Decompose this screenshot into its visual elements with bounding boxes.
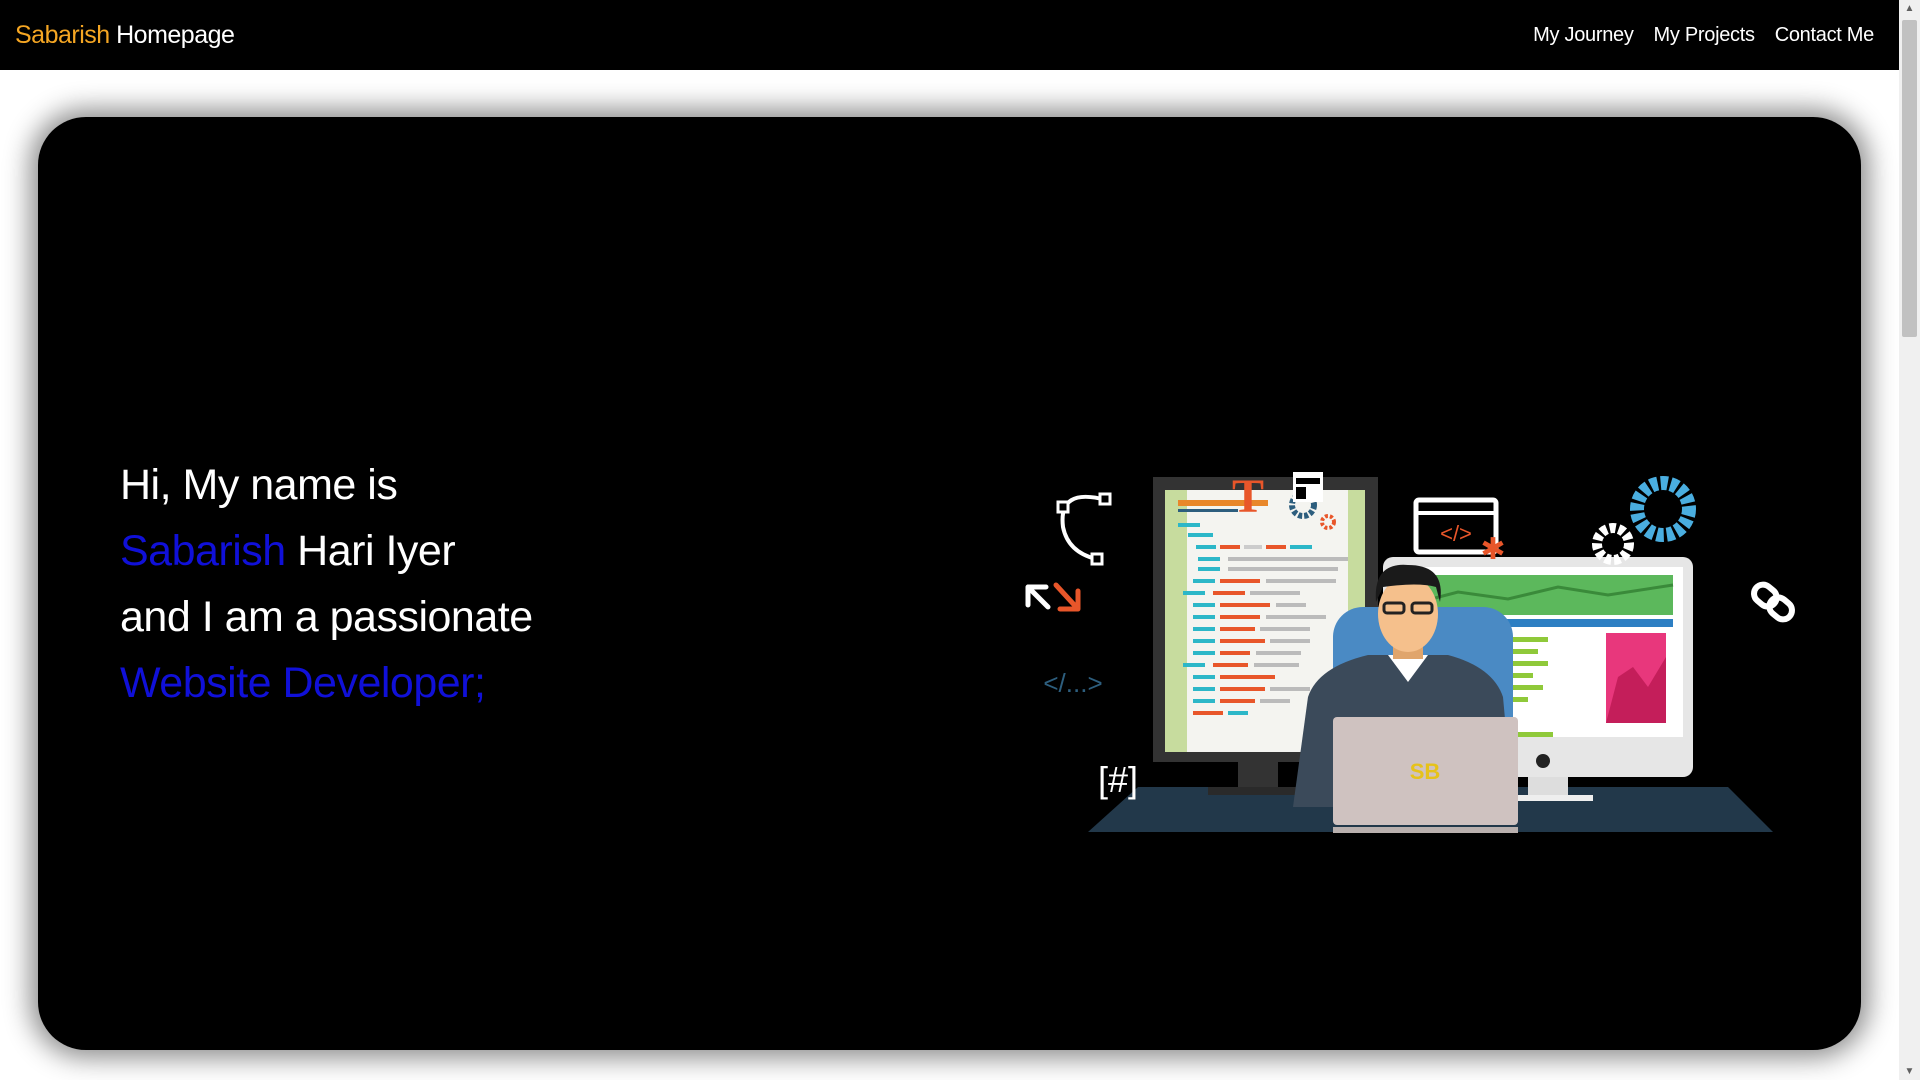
last-name: Hari Iyer <box>285 527 456 575</box>
text-t-icon: T <box>1232 470 1264 523</box>
gears-icon <box>1592 476 1696 565</box>
nav-link-my-journey[interactable]: My Journey <box>1533 24 1634 47</box>
hash-tag-icon: [#] <box>1098 759 1138 800</box>
nav-links: My Journey My Projects Contact Me <box>1533 24 1874 47</box>
first-name: Sabarish <box>120 527 286 575</box>
layout-window-icon <box>1293 472 1323 502</box>
scroll-down-arrow-icon[interactable]: ▼ <box>1899 1063 1920 1080</box>
intro-line-greeting: Hi, My name is <box>120 461 398 509</box>
top-navbar: Sabarish Homepage My Journey My Projects… <box>0 0 1899 70</box>
nav-link-contact-me[interactable]: Contact Me <box>1775 24 1875 47</box>
resize-arrows-icon <box>1025 582 1081 612</box>
brand-text: Homepage <box>109 20 235 49</box>
code-tag-icon: </...> <box>1043 668 1102 698</box>
intro-text: Hi, My name is Sabarish Hari Iyer and I … <box>120 452 533 716</box>
nav-link-my-projects[interactable]: My Projects <box>1654 24 1755 47</box>
wrench-gear-icon: ✱ <box>1480 532 1505 567</box>
brand-accent-text: Sabarish <box>15 20 110 49</box>
link-chain-icon <box>1751 581 1795 623</box>
page-scrollbar[interactable]: ▲ ▼ <box>1899 0 1920 1080</box>
laptop-logo: SB <box>1410 759 1441 784</box>
hero-card: Hi, My name is Sabarish Hari Iyer and I … <box>38 117 1861 1050</box>
developer-illustration: SB T </> ✱ </...> [#] <box>1025 470 1795 833</box>
intro-line-name: Sabarish Hari Iyer <box>120 518 533 584</box>
code-window-label: </> <box>1440 521 1472 546</box>
scrollbar-thumb[interactable] <box>1902 20 1917 337</box>
scroll-up-arrow-icon[interactable]: ▲ <box>1899 0 1920 17</box>
intro-line-role: Website Developer; <box>120 659 486 707</box>
bezier-curve-icon <box>1056 492 1112 566</box>
brand-logo[interactable]: Sabarish Homepage <box>15 20 235 50</box>
intro-line-passion: and I am a passionate <box>120 593 533 641</box>
